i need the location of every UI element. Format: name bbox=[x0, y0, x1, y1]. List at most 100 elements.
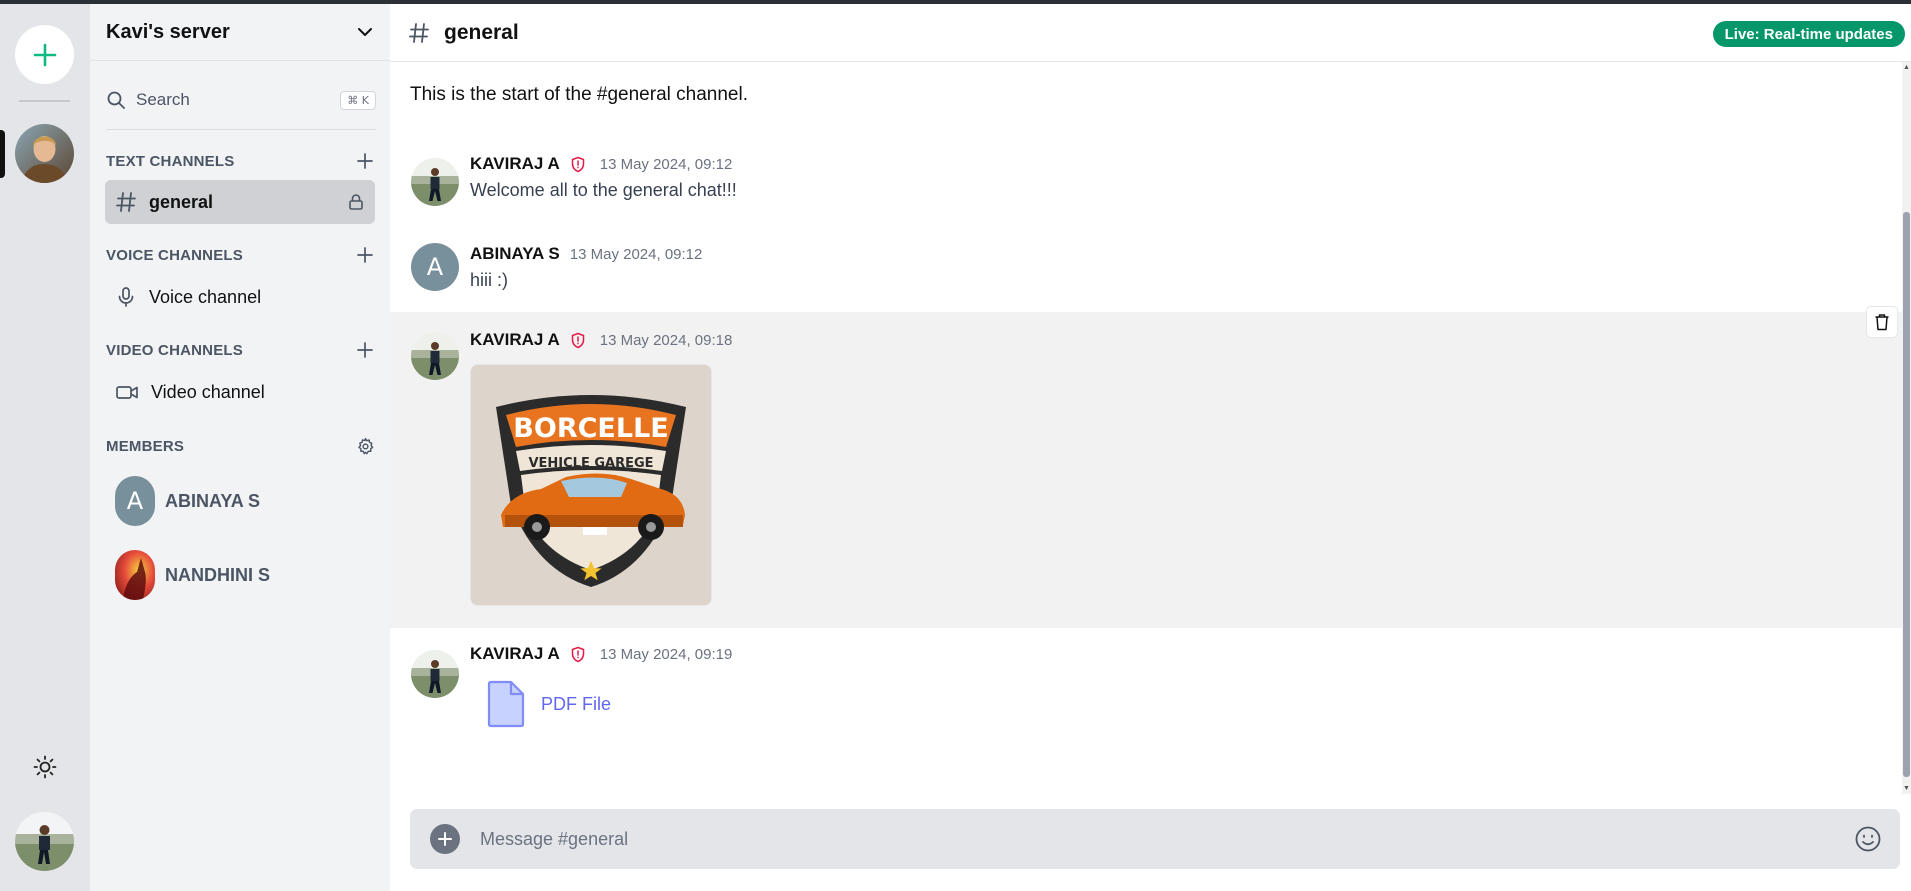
live-status-badge: Live: Real-time updates bbox=[1712, 21, 1905, 47]
message-timestamp: 13 May 2024, 09:12 bbox=[569, 245, 703, 263]
message-author[interactable]: KAVIRAJ A bbox=[470, 330, 560, 350]
add-video-channel-button[interactable] bbox=[354, 339, 376, 361]
add-server-button[interactable] bbox=[15, 25, 74, 84]
message-author[interactable]: KAVIRAJ A bbox=[470, 644, 560, 664]
mic-icon bbox=[118, 287, 134, 307]
rail-divider bbox=[19, 100, 70, 102]
borcelle-logo-image: BORCELLE VEHICLE GAREGE BIT bbox=[471, 365, 711, 605]
avatar-image bbox=[411, 158, 459, 206]
message-timestamp: 13 May 2024, 09:12 bbox=[599, 155, 733, 173]
message-scrollbar[interactable]: ▲ ▼ bbox=[1902, 62, 1911, 794]
scroll-up-arrow[interactable]: ▲ bbox=[1903, 64, 1910, 71]
avatar: A bbox=[115, 476, 155, 526]
message-avatar[interactable] bbox=[411, 650, 459, 698]
add-voice-channel-button[interactable] bbox=[354, 244, 376, 266]
hash-icon bbox=[116, 192, 136, 212]
server-header-dropdown[interactable]: Kavi's server bbox=[90, 4, 390, 61]
avatar bbox=[115, 550, 155, 600]
message-timestamp: 13 May 2024, 09:18 bbox=[599, 331, 733, 349]
logo-tag: BIT bbox=[578, 543, 604, 559]
avatar-image bbox=[411, 332, 459, 380]
channel-name: general bbox=[149, 191, 214, 212]
channel-name: Video channel bbox=[151, 381, 265, 402]
member-item-abinaya[interactable]: A ABINAYA S bbox=[115, 475, 375, 527]
admin-shield-icon bbox=[570, 646, 586, 663]
message-avatar[interactable]: A bbox=[411, 243, 459, 291]
lock-icon bbox=[347, 193, 365, 211]
message-list[interactable]: This is the start of the #general channe… bbox=[390, 62, 1902, 794]
avatar-initial: A bbox=[426, 253, 444, 281]
message-item: KAVIRAJ A 13 May 2024, 09:12 Welcome all… bbox=[390, 152, 1902, 222]
server-name: Kavi's server bbox=[106, 20, 230, 43]
hash-icon bbox=[408, 22, 430, 44]
plus-icon bbox=[438, 832, 452, 846]
channel-title: general bbox=[444, 20, 519, 44]
pdf-attachment[interactable]: PDF File bbox=[485, 680, 611, 728]
members-header: MEMBERS bbox=[106, 435, 376, 457]
message-item: KAVIRAJ A 13 May 2024, 09:19 PDF File bbox=[390, 630, 1902, 740]
emoji-picker-button[interactable] bbox=[1854, 825, 1882, 853]
plus-icon bbox=[357, 342, 373, 358]
text-channels-header: TEXT CHANNELS bbox=[106, 150, 376, 172]
message-input[interactable] bbox=[478, 818, 1854, 860]
scroll-down-arrow[interactable]: ▼ bbox=[1903, 785, 1910, 792]
file-icon bbox=[487, 680, 525, 728]
message-avatar[interactable] bbox=[411, 158, 459, 206]
attach-file-button[interactable] bbox=[430, 824, 460, 854]
search-shortcut: ⌘ K bbox=[340, 90, 376, 110]
member-item-nandhini[interactable]: NANDHINI S bbox=[115, 549, 375, 601]
active-server-indicator bbox=[0, 130, 5, 178]
message-composer bbox=[410, 809, 1900, 869]
search-label: Search bbox=[136, 90, 190, 109]
server-avatar-image bbox=[15, 124, 74, 183]
chat-panel: general Live: Real-time updates This is … bbox=[390, 4, 1911, 891]
server-icon[interactable] bbox=[15, 124, 74, 183]
avatar-image bbox=[411, 650, 459, 698]
user-avatar-image bbox=[15, 812, 74, 871]
message-item: A ABINAYA S 13 May 2024, 09:12 hiii :) bbox=[390, 240, 1902, 310]
admin-shield-icon bbox=[570, 156, 586, 173]
avatar-initial: A bbox=[126, 487, 144, 515]
search-icon bbox=[107, 91, 125, 109]
message-item: KAVIRAJ A 13 May 2024, 09:18 BORCELLE VE… bbox=[390, 306, 1902, 628]
channel-name: Voice channel bbox=[149, 286, 262, 307]
video-icon bbox=[116, 386, 138, 399]
member-name: ABINAYA S bbox=[165, 490, 261, 511]
channel-item-voice[interactable]: Voice channel bbox=[105, 275, 375, 319]
theme-toggle-button[interactable] bbox=[30, 752, 60, 782]
video-channels-header: VIDEO CHANNELS bbox=[106, 339, 376, 361]
member-name: NANDHINI S bbox=[165, 564, 271, 585]
smile-icon bbox=[1855, 826, 1881, 852]
add-text-channel-button[interactable] bbox=[354, 150, 376, 172]
avatar-image bbox=[115, 550, 155, 600]
scrollbar-thumb[interactable] bbox=[1903, 212, 1910, 777]
text-channels-title: TEXT CHANNELS bbox=[106, 152, 235, 170]
search-button[interactable]: Search ⌘ K bbox=[106, 80, 376, 120]
admin-shield-icon bbox=[570, 332, 586, 349]
sun-icon bbox=[33, 755, 57, 779]
manage-members-button[interactable] bbox=[354, 435, 376, 457]
chat-header: general Live: Real-time updates bbox=[390, 4, 1911, 62]
pdf-file-link[interactable]: PDF File bbox=[541, 694, 611, 715]
message-text: Welcome all to the general chat!!! bbox=[470, 180, 737, 200]
message-timestamp: 13 May 2024, 09:19 bbox=[599, 645, 733, 663]
trash-icon bbox=[1875, 314, 1889, 331]
image-attachment[interactable]: BORCELLE VEHICLE GAREGE BIT bbox=[470, 364, 712, 606]
channel-sidebar: Kavi's server Search ⌘ K TEXT CHANNELS g… bbox=[90, 4, 390, 891]
channel-start-text: This is the start of the #general channe… bbox=[410, 84, 748, 105]
plus-icon bbox=[357, 153, 373, 169]
members-title: MEMBERS bbox=[106, 437, 185, 455]
chevron-down-icon bbox=[358, 28, 372, 36]
delete-message-button[interactable] bbox=[1866, 306, 1898, 338]
logo-title: BORCELLE bbox=[513, 413, 668, 444]
message-author[interactable]: KAVIRAJ A bbox=[470, 154, 560, 174]
channel-item-video[interactable]: Video channel bbox=[105, 370, 375, 414]
current-user-avatar[interactable] bbox=[15, 812, 74, 871]
voice-channels-header: VOICE CHANNELS bbox=[106, 244, 376, 266]
sidebar-divider bbox=[106, 129, 376, 130]
plus-icon bbox=[33, 43, 56, 66]
message-author[interactable]: ABINAYA S bbox=[470, 244, 560, 264]
server-rail bbox=[0, 4, 90, 891]
channel-item-general[interactable]: general bbox=[105, 180, 375, 224]
message-avatar[interactable] bbox=[411, 332, 459, 380]
